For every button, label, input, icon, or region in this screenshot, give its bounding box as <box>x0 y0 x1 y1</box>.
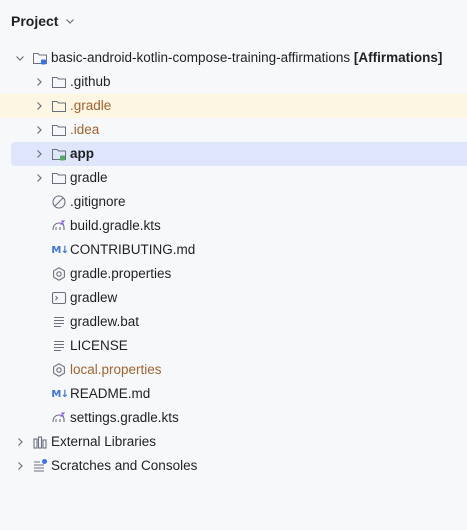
properties-icon <box>51 266 67 282</box>
properties-icon <box>51 362 67 378</box>
tree-row-readme-md[interactable]: M↓ README.md <box>0 382 467 406</box>
tree-row-local-properties[interactable]: local.properties <box>0 358 467 382</box>
tree-row-gradlew-bat[interactable]: gradlew.bat <box>0 310 467 334</box>
root-project-name: basic-android-kotlin-compose-training-af… <box>51 50 351 65</box>
gradle-kts-icon <box>51 218 67 234</box>
library-icon <box>32 434 48 450</box>
tree-item-label: gradle.properties <box>70 266 172 281</box>
tree-row-build-gradle-kts[interactable]: build.gradle.kts <box>0 214 467 238</box>
gradle-kts-icon <box>51 410 67 426</box>
external-libraries-label: External Libraries <box>51 434 157 449</box>
tree-row-github[interactable]: .github <box>0 70 467 94</box>
project-view-title[interactable]: Project <box>11 13 58 29</box>
markdown-icon: M↓ <box>51 388 69 400</box>
folder-icon <box>51 98 67 114</box>
chevron-right-icon[interactable] <box>31 146 47 162</box>
tree-row-contributing-md[interactable]: M↓ CONTRIBUTING.md <box>0 238 467 262</box>
tree-row-gitignore[interactable]: .gitignore <box>0 190 467 214</box>
text-file-icon <box>51 338 67 354</box>
tree-row-gradlew[interactable]: gradlew <box>0 286 467 310</box>
tree-row-app[interactable]: app <box>11 142 467 166</box>
tree-item-label: gradlew <box>70 290 118 305</box>
chevron-down-icon[interactable] <box>12 50 28 66</box>
module-folder-icon <box>51 146 67 162</box>
tree-row-gradle[interactable]: gradle <box>0 166 467 190</box>
folder-icon <box>51 74 67 90</box>
tree-item-label: LICENSE <box>70 338 128 353</box>
tree-item-label: app <box>70 146 95 161</box>
tree-item-label: settings.gradle.kts <box>70 410 179 425</box>
tree-row-idea[interactable]: .idea <box>0 118 467 142</box>
chevron-right-icon[interactable] <box>31 170 47 186</box>
tree-row-license[interactable]: LICENSE <box>0 334 467 358</box>
tree-row-scratches[interactable]: Scratches and Consoles <box>0 454 467 478</box>
tree-item-label: gradlew.bat <box>70 314 140 329</box>
folder-icon <box>51 170 67 186</box>
tree-item-label: .github <box>70 74 111 89</box>
tree-item-label: gradle <box>70 170 108 185</box>
chevron-down-icon[interactable] <box>64 15 76 27</box>
module-folder-icon <box>32 50 48 66</box>
root-module-name: [Affirmations] <box>353 50 443 65</box>
chevron-right-icon[interactable] <box>12 434 28 450</box>
tree-item-label: .gitignore <box>70 194 126 209</box>
tree-item-label: CONTRIBUTING.md <box>70 242 196 257</box>
chevron-right-icon[interactable] <box>31 122 47 138</box>
markdown-icon: M↓ <box>51 244 69 256</box>
root-project-label: basic-android-kotlin-compose-training-af… <box>51 50 442 66</box>
project-tree: basic-android-kotlin-compose-training-af… <box>0 46 467 478</box>
project-tool-window-header: Project <box>0 0 467 42</box>
scratches-label: Scratches and Consoles <box>51 458 198 473</box>
tree-item-label: .idea <box>70 122 100 137</box>
folder-icon <box>51 122 67 138</box>
tree-item-label: build.gradle.kts <box>70 218 161 233</box>
chevron-right-icon[interactable] <box>31 74 47 90</box>
chevron-right-icon[interactable] <box>31 98 47 114</box>
tree-item-label: local.properties <box>70 362 162 377</box>
tree-row-dot-gradle[interactable]: .gradle <box>0 94 467 118</box>
tree-item-label: .gradle <box>70 98 112 113</box>
chevron-right-icon[interactable] <box>12 458 28 474</box>
ignore-file-icon <box>51 194 67 210</box>
tree-item-label: README.md <box>70 386 151 401</box>
tree-row-settings-gradle-kts[interactable]: settings.gradle.kts <box>0 406 467 430</box>
shell-script-icon <box>51 290 67 306</box>
tree-row-gradle-properties[interactable]: gradle.properties <box>0 262 467 286</box>
tree-row-root[interactable]: basic-android-kotlin-compose-training-af… <box>0 46 467 70</box>
tree-row-external-libraries[interactable]: External Libraries <box>0 430 467 454</box>
scratches-icon <box>32 458 48 474</box>
text-file-icon <box>51 314 67 330</box>
